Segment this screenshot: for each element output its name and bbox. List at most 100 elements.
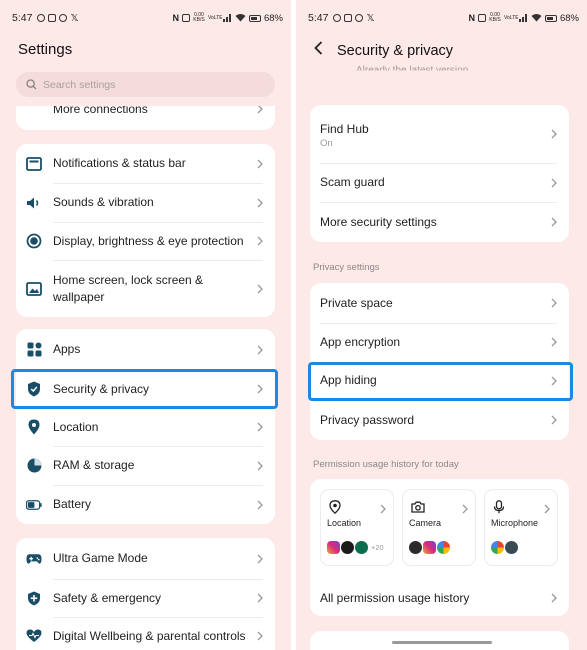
chevron-right-icon [550,414,558,426]
settings-item-digital-wellbeing[interactable]: Digital Wellbeing & parental controls [16,617,275,650]
vibrate-icon [181,14,190,22]
chevron-right-icon [256,106,264,115]
privacy-section-header: Privacy settings [313,262,380,273]
search-input[interactable]: Search settings [16,72,275,97]
status-bar: 5:47 𝕏 N 0.00 KB/S VoLTE 68% [12,10,283,26]
permission-section-header: Permission usage history for today [313,459,459,470]
network-speed-icon: 0.00 KB/S [193,12,205,23]
item-label: Battery [53,497,92,511]
item-label: RAM & storage [53,458,135,472]
settings-item-apps[interactable]: Apps [16,329,275,370]
app-icons-row: +20 [327,541,384,554]
battery-percent: 68% [559,12,579,24]
settings-item-private-space[interactable]: Private space [310,283,569,323]
chevron-right-icon [256,235,264,247]
settings-item-sounds[interactable]: Sounds & vibration [16,183,275,222]
chevron-right-icon [256,383,264,395]
notification-icons: 𝕏 [333,12,375,24]
google-app-icon [491,541,504,554]
privacy-card: Private space App encryption App hiding … [310,283,569,440]
chevron-right-icon [256,283,264,295]
chevron-right-icon [550,297,558,309]
item-label: Security & privacy [53,381,150,396]
gamepad-icon [26,551,42,567]
chevron-right-icon [256,499,264,511]
settings-item-location[interactable]: Location [16,408,275,446]
settings-item-home-screen[interactable]: Home screen, lock screen & wallpaper [16,260,275,317]
connections-card: More connections [16,106,275,130]
back-arrow-icon[interactable] [314,41,323,60]
chevron-right-icon [544,501,550,519]
permission-card-camera[interactable]: Camera [402,489,476,566]
settings-item-display[interactable]: Display, brightness & eye protection [16,222,275,260]
home-indicator[interactable] [392,641,492,644]
security-card: Find Hub On Scam guard More security set… [310,105,569,242]
page-title: Settings [18,41,73,58]
notification-app-icon [37,14,46,22]
assistant-app-icon [505,541,518,554]
chatgpt-app-icon [355,541,368,554]
settings-item-all-permission-history[interactable]: All permission usage history [310,579,569,617]
apps-grid-icon [26,342,42,358]
settings-item-game-mode[interactable]: Ultra Game Mode [16,538,275,579]
page-title: Security & privacy [337,42,454,59]
settings-item-more-security[interactable]: More security settings [310,202,569,242]
settings-item-find-hub[interactable]: Find Hub On [310,105,569,163]
settings-item-battery[interactable]: Battery [16,485,275,524]
display-settings-card: Notifications & status bar Sounds & vibr… [16,144,275,317]
battery-percent: 68% [263,12,283,24]
wifi-icon [531,13,542,24]
settings-item-app-hiding[interactable]: App hiding [310,361,569,400]
battery-status-icon [544,14,557,22]
chevron-right-icon [550,128,558,140]
chevron-right-icon [256,344,264,356]
app-icons-row [491,541,518,554]
settings-item-app-encryption[interactable]: App encryption [310,323,569,361]
item-label: Scam guard [320,175,385,189]
settings-item-ram-storage[interactable]: RAM & storage [16,446,275,485]
location-pin-icon [329,500,343,515]
item-label: Apps [53,342,81,356]
item-label: App hiding [320,373,377,387]
item-label: All permission usage history [320,590,470,605]
chevron-right-icon [550,592,558,604]
item-label: Find Hub [320,122,369,136]
wellbeing-heart-icon [26,628,42,644]
settings-item-scam-guard[interactable]: Scam guard [310,163,569,202]
status-bar: 5:47 𝕏 N 0.00 KB/S VoLTE 68% [308,10,579,26]
chevron-right-icon [256,630,264,642]
instagram-app-icon [423,541,436,554]
wifi-icon [235,13,246,24]
shield-icon [26,381,42,397]
google-app-icon [437,541,450,554]
storage-pie-icon [26,458,42,474]
chevron-right-icon [550,216,558,228]
camera-app-icon [409,541,422,554]
item-label: Ultra Game Mode [53,551,148,565]
chevron-right-icon [256,197,264,209]
settings-item-security-privacy[interactable]: Security & privacy [16,370,275,408]
permission-card-location[interactable]: Location +20 [320,489,394,566]
display-icon [26,233,42,249]
wallpaper-icon [26,281,42,297]
item-label: More security settings [320,214,437,229]
notification-icon [26,156,42,172]
notification-app-icon [333,14,342,22]
chevron-right-icon [256,592,264,604]
settings-item-notifications[interactable]: Notifications & status bar [16,144,275,183]
location-pin-icon [26,419,42,435]
settings-item-safety[interactable]: Safety & emergency [16,579,275,617]
speaker-icon [26,195,42,211]
chevron-right-icon [380,501,386,519]
x-notification-icon: 𝕏 [366,12,375,24]
instagram-notification-icon [344,14,353,22]
permission-card-microphone[interactable]: Microphone [484,489,558,566]
safety-icon [26,590,42,606]
settings-item-privacy-password[interactable]: Privacy password [310,400,569,440]
settings-item-more-connections[interactable]: More connections [16,106,275,118]
signal-icon [222,14,232,22]
extra-settings-card: Ultra Game Mode Safety & emergency Digit… [16,538,275,650]
camera-icon [411,500,425,514]
item-label: Safety & emergency [53,590,162,605]
battery-status-icon [248,14,261,22]
